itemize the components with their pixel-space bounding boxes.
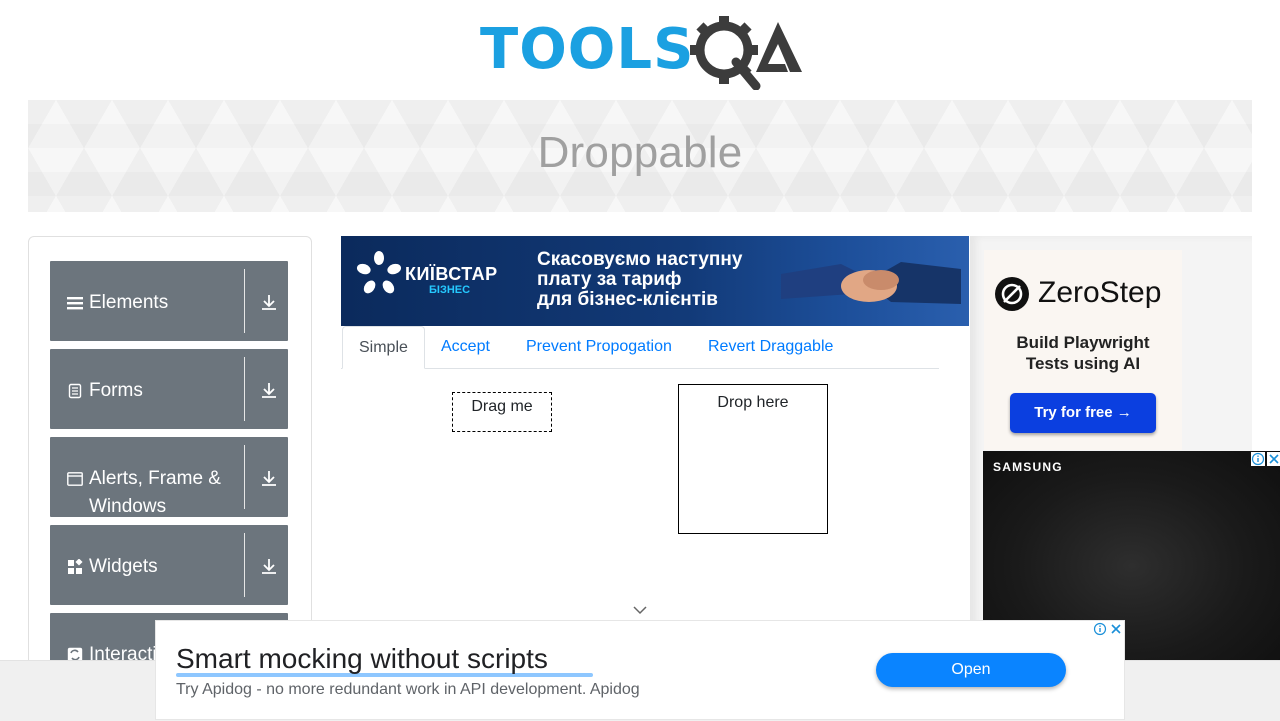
samsung-brand: SAMSUNG <box>993 460 1063 474</box>
divider <box>244 357 245 421</box>
close-icon[interactable] <box>1109 622 1123 636</box>
tab-simple[interactable]: Simple <box>342 326 425 369</box>
kyivstar-line: плату за тариф <box>537 269 682 290</box>
document-icon <box>68 383 82 399</box>
zerostep-line: Tests using AI <box>1025 354 1141 373</box>
zerostep-description: Build Playwright Tests using AI <box>984 332 1182 374</box>
info-icon[interactable] <box>1093 622 1107 636</box>
handshake-image <box>781 262 961 304</box>
sidebar: Elements Forms Alerts, Frame & Windows W… <box>28 236 312 678</box>
sidebar-group-label: Elements <box>89 292 169 313</box>
try-for-free-button[interactable]: Try for free → <box>1010 393 1156 433</box>
divider <box>244 445 245 509</box>
sidebar-group-label: Widgets <box>89 556 158 577</box>
kyivstar-line: для бізнес-клієнтів <box>537 289 718 310</box>
apidog-ad[interactable]: Smart mocking without scripts Try Apidog… <box>155 620 1125 720</box>
open-button[interactable]: Open <box>876 653 1066 687</box>
toolsqa-logo[interactable]: TOOLS <box>480 14 805 90</box>
window-icon <box>67 472 83 486</box>
sidebar-group-label: Alerts, Frame & Windows <box>89 468 221 517</box>
tab-prevent-propogation[interactable]: Prevent Propogation <box>510 326 688 368</box>
close-icon[interactable] <box>1267 452 1280 466</box>
kyivstar-logo-icon <box>356 251 402 294</box>
chevron-down-icon[interactable] <box>632 604 648 616</box>
droppable-box[interactable]: Drop here <box>678 384 828 534</box>
kyivstar-line: Скасовуємо наступну <box>537 249 743 270</box>
apidog-subtext: Try Apidog - no more redundant work in A… <box>176 681 640 698</box>
download-icon[interactable] <box>260 469 278 487</box>
sidebar-group-forms[interactable]: Forms <box>50 349 288 429</box>
apidog-headline: Smart mocking without scripts <box>176 643 548 674</box>
tab-revert-draggable[interactable]: Revert Draggable <box>692 326 849 368</box>
sidebar-group-alerts[interactable]: Alerts, Frame & Windows <box>50 437 288 517</box>
kyivstar-sub: БІЗНЕС <box>429 284 471 296</box>
page-banner: Droppable <box>28 100 1252 212</box>
divider <box>244 269 245 333</box>
divider <box>244 533 245 597</box>
tab-accept[interactable]: Accept <box>425 326 506 368</box>
zerostep-name: ZeroStep <box>1038 276 1162 309</box>
sidebar-group-widgets[interactable]: Widgets <box>50 525 288 605</box>
download-icon[interactable] <box>260 381 278 399</box>
zerostep-logo-icon <box>995 277 1029 311</box>
kyivstar-ad-text: Скасовуємо наступну плату за тариф для б… <box>537 250 742 310</box>
menu-icon <box>67 297 83 310</box>
zerostep-ad[interactable]: ZeroStep Build Playwright Tests using AI… <box>984 250 1182 450</box>
kyivstar-ad-banner[interactable]: КИЇВСТАР БІЗНЕС Скасовуємо наступну плат… <box>341 236 969 326</box>
svg-text:TOOLS: TOOLS <box>480 17 694 82</box>
sidebar-group-label: Forms <box>89 380 143 401</box>
droppable-tabs: Simple Accept Prevent Propogation Revert… <box>341 326 939 369</box>
kyivstar-brand: КИЇВСТАР <box>405 264 498 284</box>
download-icon[interactable] <box>260 557 278 575</box>
zerostep-line: Build Playwright <box>1016 333 1150 352</box>
download-icon[interactable] <box>260 293 278 311</box>
page-title: Droppable <box>537 128 743 177</box>
draggable-box[interactable]: Drag me <box>452 392 552 432</box>
info-icon[interactable] <box>1251 452 1265 466</box>
sidebar-group-elements[interactable]: Elements <box>50 261 288 341</box>
widgets-icon <box>68 559 83 574</box>
